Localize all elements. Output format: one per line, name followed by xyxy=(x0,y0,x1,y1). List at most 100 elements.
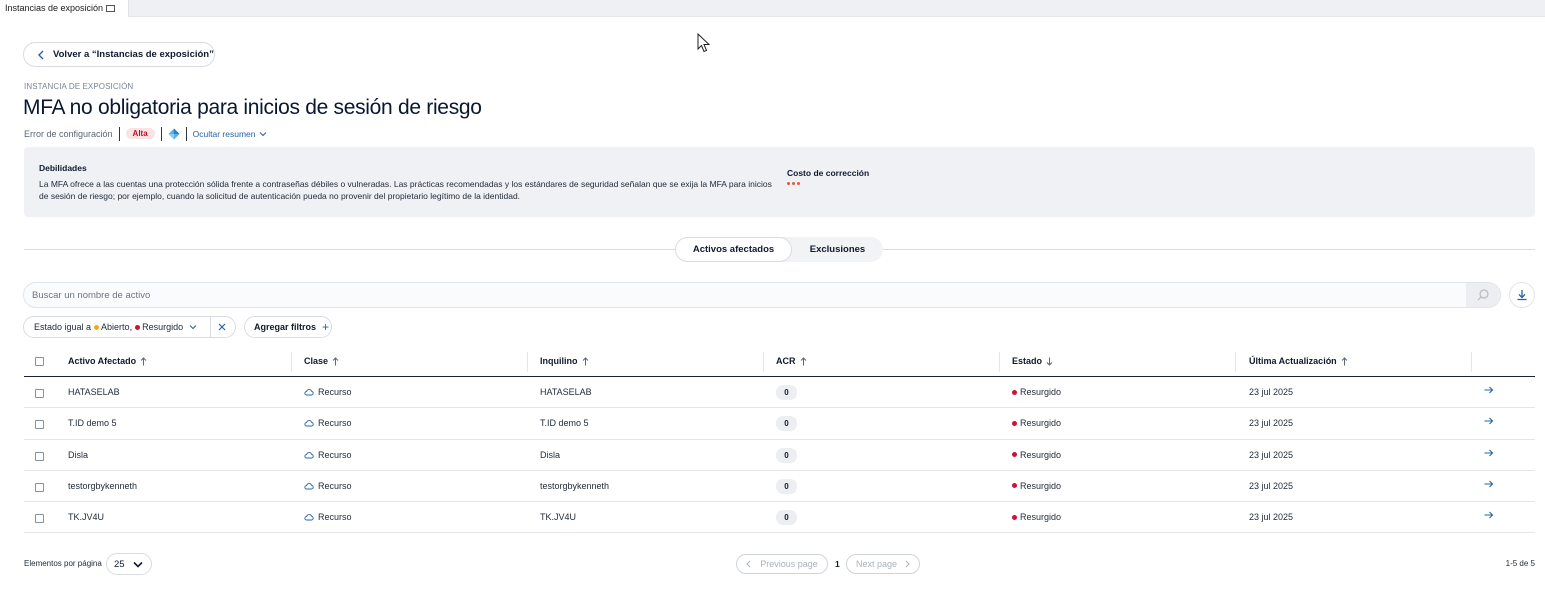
cloud-icon xyxy=(304,482,314,490)
column-header-asset[interactable]: Activo Afectado xyxy=(68,356,147,366)
column-header-tenant[interactable]: Inquilino xyxy=(540,356,589,366)
sort-up-icon xyxy=(140,356,147,365)
per-page-select[interactable]: 25 xyxy=(106,553,152,575)
results-range: 1-5 de 5 xyxy=(1505,559,1535,568)
next-page-button[interactable]: Next page xyxy=(846,554,920,574)
select-all-checkbox[interactable] xyxy=(35,357,44,366)
table-row[interactable]: TK.JV4U Recurso TK.JV4U 0 Resurgido 23 j… xyxy=(24,502,1535,534)
table-row[interactable]: T.ID demo 5 Recurso T.ID demo 5 0 Resurg… xyxy=(24,408,1535,440)
browser-tab-title: Instancias de exposición xyxy=(5,3,104,13)
previous-page-button[interactable]: Previous page xyxy=(736,554,828,574)
column-separator xyxy=(999,352,1000,372)
divider xyxy=(210,317,211,337)
asset-class: Recurso xyxy=(304,481,352,491)
acr-badge: 0 xyxy=(776,447,797,463)
search-button[interactable] xyxy=(1466,283,1500,307)
arrow-right-icon[interactable] xyxy=(1484,386,1494,394)
add-filter-button[interactable]: Agregar filtros + xyxy=(244,316,332,338)
asset-name: Disla xyxy=(68,449,89,460)
cloud-provider-icon xyxy=(168,128,180,140)
clear-filter-icon[interactable] xyxy=(217,322,227,332)
acr-badge: 0 xyxy=(776,478,797,494)
divider xyxy=(160,126,162,141)
plus-icon: + xyxy=(322,320,330,334)
status-dot xyxy=(1012,483,1017,489)
row-checkbox[interactable] xyxy=(35,514,44,524)
updated-date: 23 jul 2025 xyxy=(1249,449,1294,460)
arrow-right-icon[interactable] xyxy=(1484,417,1494,425)
tenant-name: Disla xyxy=(540,449,561,460)
acr-badge: 0 xyxy=(776,416,797,432)
tab-strip: Instancias de exposición xyxy=(0,0,1545,17)
row-checkbox[interactable] xyxy=(35,420,44,430)
download-button[interactable] xyxy=(1509,282,1535,308)
back-button[interactable]: Volver a “Instancias de exposición” xyxy=(23,42,215,67)
column-label: ACR xyxy=(776,356,796,366)
status-dot xyxy=(1012,452,1017,458)
view-tabs: Activos afectados Exclusiones xyxy=(675,237,883,262)
column-header-class[interactable]: Clase xyxy=(304,356,339,366)
row-checkbox[interactable] xyxy=(35,451,44,461)
asset-class: Recurso xyxy=(304,512,352,522)
severity-badge: Alta xyxy=(125,128,155,139)
column-separator xyxy=(763,352,764,372)
table-header: Activo Afectado Clase Inquilino ACR Esta… xyxy=(24,346,1535,377)
column-separator xyxy=(1471,352,1472,372)
tab-exclusions[interactable]: Exclusiones xyxy=(792,237,883,262)
per-page-value: 25 xyxy=(114,558,125,570)
table-row[interactable]: HATASELAB Recurso HATASELAB 0 Resurgido … xyxy=(24,377,1535,409)
search-input[interactable] xyxy=(32,288,1452,303)
chevron-left-icon xyxy=(746,560,751,568)
asset-name: testorgbykenneth xyxy=(68,480,138,491)
status-resurfaced-dot xyxy=(135,324,141,330)
mouse-cursor-icon xyxy=(697,33,711,53)
weakness-text: La MFA ofrece a las cuentas una protecci… xyxy=(39,179,772,201)
updated-date: 23 jul 2025 xyxy=(1249,480,1294,491)
asset-class: Recurso xyxy=(304,450,352,460)
table-row[interactable]: testorgbykenneth Recurso testorgbykennet… xyxy=(24,471,1535,503)
asset-class: Recurso xyxy=(304,418,352,428)
weakness-title: Debilidades xyxy=(39,163,87,173)
status-label: Resurgido xyxy=(1020,512,1062,523)
column-label: Última Actualización xyxy=(1249,356,1337,366)
tab-affected-assets[interactable]: Activos afectados xyxy=(675,237,792,262)
search-bar xyxy=(23,282,1501,308)
tenant-name: T.ID demo 5 xyxy=(540,418,589,429)
arrow-right-icon[interactable] xyxy=(1484,480,1494,488)
column-label: Clase xyxy=(304,356,329,366)
column-separator xyxy=(527,352,528,372)
browser-tab[interactable]: Instancias de exposición xyxy=(0,0,129,17)
current-page[interactable]: 1 xyxy=(835,559,840,569)
category-label: Error de configuración xyxy=(24,128,113,139)
column-header-acr[interactable]: ACR xyxy=(776,356,807,366)
arrow-right-icon[interactable] xyxy=(1484,449,1494,457)
tenant-name: HATASELAB xyxy=(540,387,592,397)
previous-page-label: Previous page xyxy=(760,559,818,569)
column-separator xyxy=(291,352,292,372)
toggle-summary-link[interactable]: Ocultar resumen xyxy=(193,129,267,139)
row-checkbox[interactable] xyxy=(35,389,44,398)
status-filter-chip[interactable]: Estado igual a Abierto, Resurgido xyxy=(23,316,236,338)
tenant-name: testorgbykenneth xyxy=(540,480,610,491)
toggle-summary-label: Ocultar resumen xyxy=(192,128,256,139)
status-cell: Resurgido xyxy=(1012,418,1061,428)
status-label: Resurgido xyxy=(1020,387,1062,397)
chevron-down-icon xyxy=(133,561,143,568)
sort-up-icon xyxy=(1341,356,1348,365)
cost-title: Costo de corrección xyxy=(787,168,870,178)
status-cell: Resurgido xyxy=(1012,450,1061,460)
column-header-updated[interactable]: Última Actualización xyxy=(1249,356,1348,366)
cost-indicator xyxy=(787,182,800,185)
cloud-icon xyxy=(304,419,314,427)
column-header-status[interactable]: Estado xyxy=(1012,356,1053,366)
chevron-down-icon xyxy=(189,324,197,330)
status-dot xyxy=(1012,420,1017,426)
acr-badge: 0 xyxy=(776,510,797,526)
status-cell: Resurgido xyxy=(1012,387,1061,397)
table-row[interactable]: Disla Recurso Disla 0 Resurgido 23 jul 2… xyxy=(24,440,1535,471)
row-checkbox[interactable] xyxy=(35,482,44,492)
sort-down-icon xyxy=(1046,357,1053,366)
divider xyxy=(185,126,187,141)
arrow-right-icon[interactable] xyxy=(1484,511,1494,519)
asset-class-label: Recurso xyxy=(318,512,352,523)
